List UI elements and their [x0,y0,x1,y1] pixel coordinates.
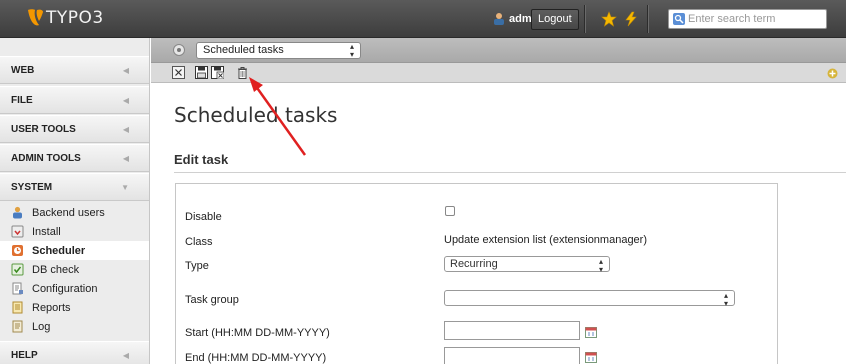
close-icon[interactable] [172,66,185,79]
doc-header-top: Scheduled tasks ▴ ▾ [151,38,846,63]
sidebar-item-label: Install [32,225,61,238]
disable-checkbox[interactable] [445,206,455,216]
section-label: SYSTEM [11,182,53,193]
function-menu-value: Scheduled tasks [203,44,284,56]
type-select[interactable]: Recurring ▴ ▾ [444,256,610,274]
section-divider [174,172,846,173]
sidebar-section-web[interactable]: WEB ◀ [0,56,149,84]
class-label: Class [185,236,213,248]
select-arrows-icon: ▴ ▾ [598,257,603,274]
sidebar-item-label: Configuration [32,282,98,295]
sidebar-item-reports[interactable]: Reports [0,298,149,317]
sidebar-item-backend-users[interactable]: Backend users [0,203,149,222]
sidebar-item-install[interactable]: Install [0,222,149,241]
section-label: USER TOOLS [11,124,76,135]
log-icon [12,320,23,333]
configuration-icon [12,282,23,295]
install-icon [11,225,24,238]
section-label: WEB [11,65,35,76]
save-icon[interactable] [195,66,208,79]
reports-icon [12,301,23,314]
sidebar-item-db-check[interactable]: DB check [0,260,149,279]
module-menu: WEB ◀ FILE ◀ USER TOOLS ◀ ADMIN TOOLS ◀ … [0,38,150,364]
top-bar: TYPO3 admin Logout [0,0,846,38]
sidebar-item-label: Backend users [32,206,105,219]
sidebar-item-label: Log [32,320,51,333]
backend-users-icon [13,206,22,219]
section-label: HELP [11,350,38,361]
search-input[interactable] [688,13,818,25]
user-icon [494,13,504,25]
section-label: ADMIN TOOLS [11,153,81,164]
collapse-arrow-icon: ◀ [122,96,129,105]
collapse-arrow-icon: ◀ [122,66,129,75]
clear-cache-flash-icon[interactable] [623,11,639,27]
disable-label: Disable [185,211,222,223]
sidebar-item-log[interactable]: Log [0,317,149,336]
calendar-icon[interactable] [585,326,597,338]
sidebar-section-help[interactable]: HELP ◀ [0,341,149,364]
class-value: Update extension list (extensionmanager) [444,234,648,246]
sidebar-item-label: Scheduler [32,244,86,257]
save-and-close-icon[interactable] [211,66,224,79]
sidebar-item-scheduler[interactable]: Scheduler [0,241,149,260]
task-group-select[interactable]: ▴ ▾ [444,290,735,308]
end-label: End (HH:MM DD-MM-YYYY) [185,352,327,364]
task-group-label: Task group [185,294,239,306]
sidebar-section-user-tools[interactable]: USER TOOLS ◀ [0,115,149,143]
bookmarks-star-icon[interactable] [601,11,617,27]
start-label: Start (HH:MM DD-MM-YYYY) [185,327,330,339]
section-title: Edit task [174,152,229,167]
toolbar-divider [647,5,648,33]
function-menu-select[interactable]: Scheduled tasks ▴ ▾ [196,42,361,59]
type-label: Type [185,260,209,272]
collapse-arrow-icon: ◀ [122,125,129,134]
expand-arrow-icon: ▼ [121,183,129,192]
new-record-icon[interactable] [827,68,838,79]
select-arrows-icon: ▴ ▾ [349,42,354,59]
logo-text: TYPO3 [46,8,104,28]
typo3-logo-icon [28,9,43,26]
search-box[interactable] [668,9,827,29]
section-label: FILE [11,95,33,106]
start-datetime-input[interactable] [444,321,580,340]
collapse-arrow-icon: ◀ [122,154,129,163]
calendar-icon[interactable] [585,351,597,363]
collapse-arrow-icon: ◀ [122,351,129,360]
sidebar-section-admin-tools[interactable]: ADMIN TOOLS ◀ [0,144,149,172]
select-arrows-icon: ▴ ▾ [723,291,728,308]
type-select-value: Recurring [450,258,498,270]
logout-button[interactable]: Logout [531,9,579,30]
sidebar-section-system[interactable]: SYSTEM ▼ [0,173,149,201]
sidebar-item-configuration[interactable]: Configuration [0,279,149,298]
toolbar-divider [584,5,585,33]
help-icon[interactable] [173,44,185,56]
scheduler-icon [12,245,23,256]
typo3-logo[interactable]: TYPO3 [26,8,104,28]
annotation-arrow [249,77,307,156]
search-icon [673,13,685,25]
end-datetime-input[interactable] [444,347,580,364]
sidebar-item-label: DB check [32,263,80,276]
db-check-icon [11,263,24,276]
sidebar-section-file[interactable]: FILE ◀ [0,86,149,114]
sidebar-item-label: Reports [32,301,71,314]
